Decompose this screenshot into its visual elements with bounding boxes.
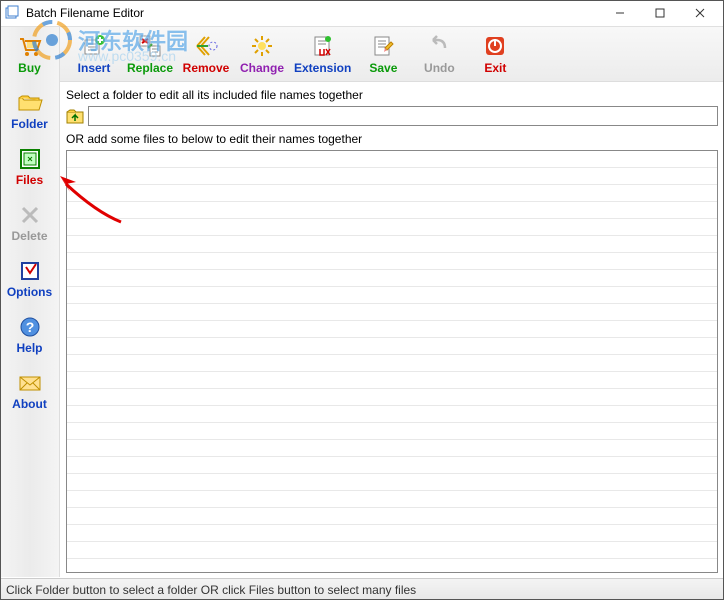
sidebar-label: Delete	[11, 229, 47, 243]
sidebar-label: Help	[16, 341, 42, 355]
insert-icon	[81, 33, 107, 59]
work-area: Select a folder to edit all its included…	[60, 82, 724, 577]
toolbar-save[interactable]: Save	[355, 31, 411, 77]
save-icon	[370, 33, 396, 59]
undo-icon	[426, 33, 452, 59]
instruction-text-2: OR add some files to below to edit their…	[66, 130, 718, 150]
toolbar-label: Extension	[294, 61, 351, 75]
delete-x-icon	[16, 203, 44, 227]
sidebar-item-buy[interactable]: Buy	[0, 33, 59, 77]
help-icon: ?	[16, 315, 44, 339]
folder-up-icon[interactable]	[66, 108, 84, 124]
sidebar-item-files[interactable]: Files	[0, 145, 59, 189]
extension-icon	[310, 33, 336, 59]
sidebar-label: Options	[7, 285, 52, 299]
toolbar-label: Replace	[127, 61, 173, 75]
app-icon	[4, 5, 20, 21]
file-list[interactable]	[66, 150, 718, 573]
svg-text:?: ?	[25, 319, 34, 335]
window-title: Batch Filename Editor	[26, 6, 600, 20]
toolbar: Insert Replace Remove Change	[60, 27, 724, 82]
toolbar-insert[interactable]: Insert	[66, 31, 122, 77]
sidebar-label: Buy	[18, 61, 41, 75]
close-button[interactable]	[680, 0, 720, 26]
folder-path-input[interactable]	[88, 106, 718, 126]
toolbar-extension[interactable]: Extension	[290, 31, 355, 77]
status-text: Click Folder button to select a folder O…	[6, 583, 416, 597]
toolbar-undo[interactable]: Undo	[411, 31, 467, 77]
options-icon	[16, 259, 44, 283]
sidebar-label: Files	[16, 173, 43, 187]
toolbar-label: Save	[369, 61, 397, 75]
sidebar-item-options[interactable]: Options	[0, 257, 59, 301]
toolbar-change[interactable]: Change	[234, 31, 290, 77]
files-icon	[16, 147, 44, 171]
minimize-button[interactable]	[600, 0, 640, 26]
sidebar-item-delete[interactable]: Delete	[0, 201, 59, 245]
replace-icon	[137, 33, 163, 59]
envelope-icon	[16, 371, 44, 395]
folder-open-icon	[16, 91, 44, 115]
maximize-button[interactable]	[640, 0, 680, 26]
sidebar-item-folder[interactable]: Folder	[0, 89, 59, 133]
sidebar-label: Folder	[11, 117, 48, 131]
toolbar-label: Exit	[484, 61, 506, 75]
sidebar-item-about[interactable]: About	[0, 369, 59, 413]
status-bar: Click Folder button to select a folder O…	[0, 578, 724, 600]
toolbar-label: Undo	[424, 61, 455, 75]
toolbar-exit[interactable]: Exit	[467, 31, 523, 77]
sidebar-item-help[interactable]: ? Help	[0, 313, 59, 357]
toolbar-label: Change	[240, 61, 284, 75]
remove-icon	[193, 33, 219, 59]
cart-icon	[16, 35, 44, 59]
exit-icon	[482, 33, 508, 59]
toolbar-remove[interactable]: Remove	[178, 31, 234, 77]
toolbar-label: Insert	[78, 61, 111, 75]
instruction-text-1: Select a folder to edit all its included…	[66, 86, 718, 104]
toolbar-replace[interactable]: Replace	[122, 31, 178, 77]
change-icon	[249, 33, 275, 59]
title-bar: Batch Filename Editor	[0, 0, 724, 27]
toolbar-label: Remove	[183, 61, 230, 75]
sidebar-label: About	[12, 397, 47, 411]
sidebar: Buy Folder Files Delete Options	[0, 27, 60, 577]
